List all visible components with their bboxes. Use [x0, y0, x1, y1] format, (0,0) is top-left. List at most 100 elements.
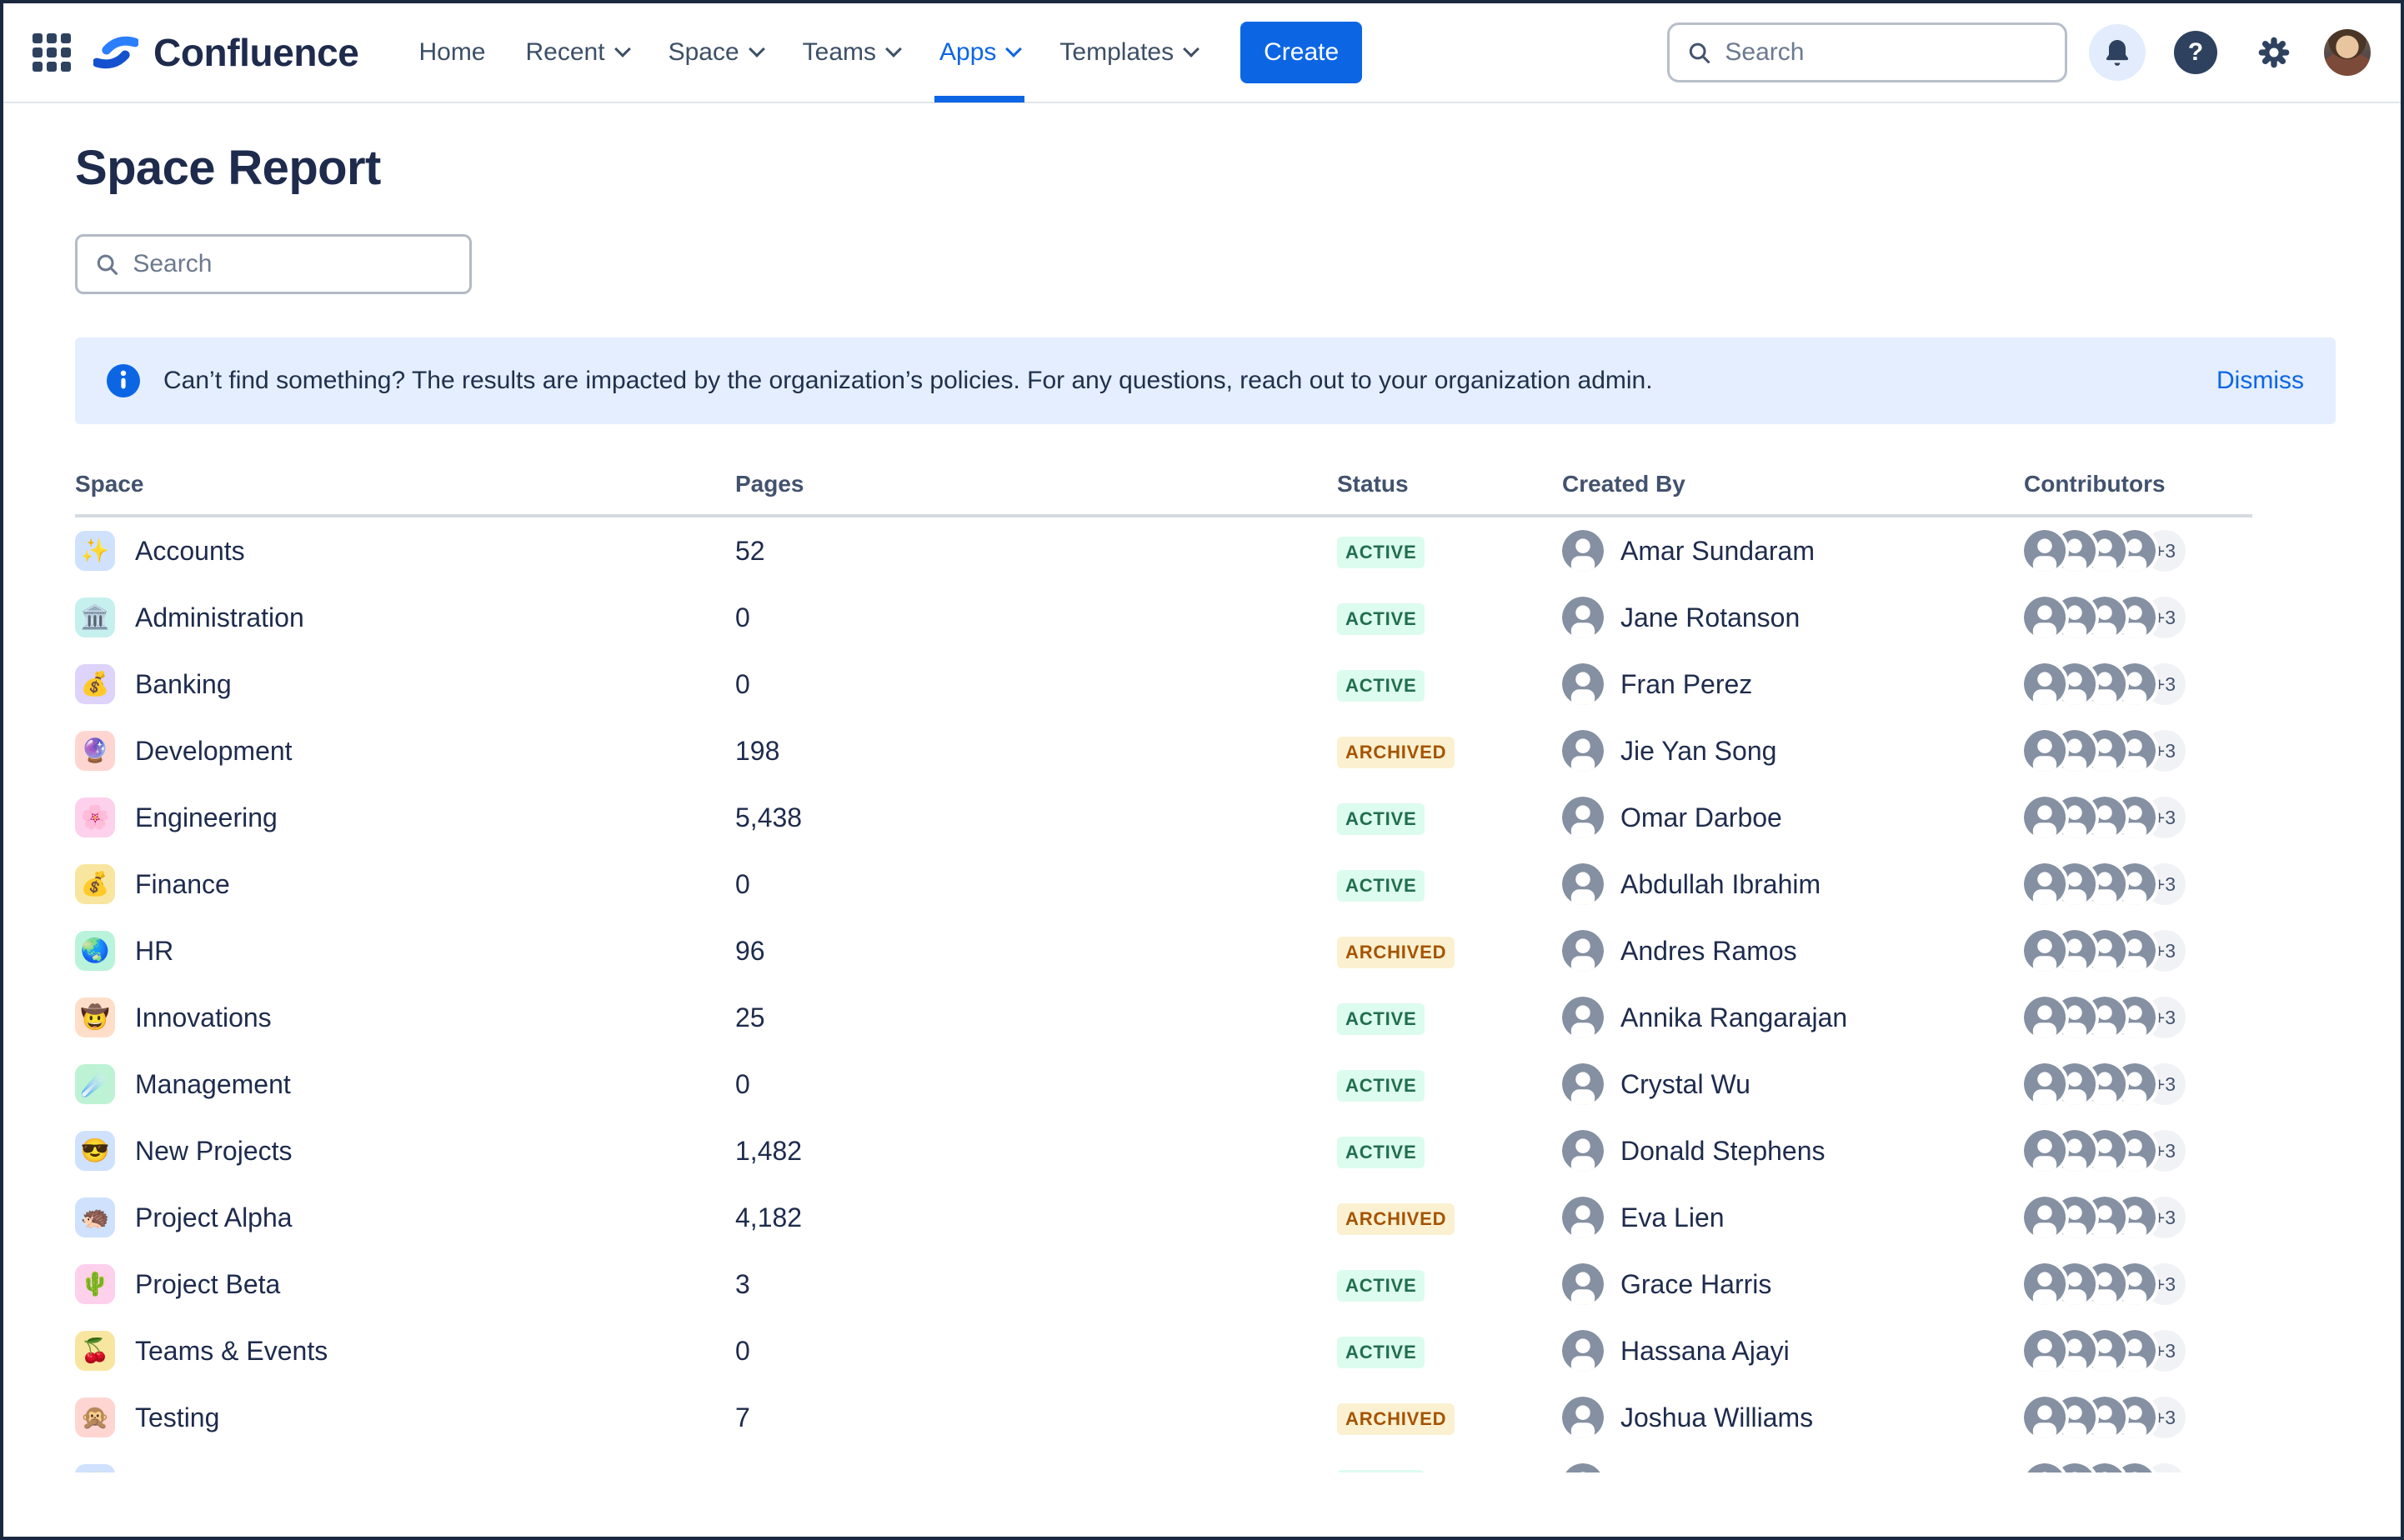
status-badge: ARCHIVED	[1337, 937, 1455, 968]
global-search-box[interactable]	[1667, 22, 2067, 82]
user-avatar-icon	[1562, 1263, 1604, 1305]
notifications-button[interactable]	[2089, 24, 2146, 81]
help-button[interactable]: ?	[2167, 24, 2224, 81]
pages-count: 0	[735, 602, 1337, 633]
global-search-input[interactable]	[1725, 38, 2048, 67]
space-emoji-icon: 🦔	[75, 1198, 115, 1238]
nav-item-apps[interactable]: Apps	[919, 2, 1039, 102]
status-cell: ACTIVE	[1337, 668, 1562, 702]
app-switcher-icon[interactable]	[27, 28, 77, 78]
space-name-link[interactable]: Banking	[135, 669, 232, 700]
user-avatar-icon	[1562, 530, 1604, 572]
create-button[interactable]: Create	[1240, 22, 1362, 83]
table-row: 🌵 Project Beta 3 ACTIVE Grace Harris +3	[75, 1251, 2252, 1318]
contributors-group[interactable]: +3	[2024, 1463, 2252, 1472]
dismiss-link[interactable]: Dismiss	[2216, 367, 2304, 395]
space-name-link[interactable]: Testing	[135, 1402, 219, 1433]
created-by-name: Fran Perez	[1620, 669, 1752, 700]
nav-item-templates[interactable]: Templates	[1039, 2, 1217, 102]
pages-count: 52	[735, 536, 1337, 567]
contributors-group[interactable]: +3	[2024, 997, 2252, 1038]
contributors-group[interactable]: +3	[2024, 1197, 2252, 1238]
user-profile-avatar[interactable]	[2324, 29, 2371, 76]
status-badge: ACTIVE	[1337, 1003, 1425, 1035]
confluence-logo[interactable]: Confluence	[93, 30, 358, 75]
search-icon	[1686, 38, 1711, 67]
bell-icon	[2101, 36, 2134, 69]
space-cell: 🦔 Project Alpha	[75, 1198, 735, 1238]
space-name-link[interactable]: Project Alpha	[135, 1202, 293, 1233]
nav-item-home[interactable]: Home	[398, 2, 505, 102]
space-emoji-icon: 😎	[75, 1131, 115, 1171]
table-row: 💰 Banking 0 ACTIVE Fran Perez +3	[75, 651, 2252, 718]
created-by-cell: Grace Harris	[1562, 1263, 2024, 1305]
table-row: 🙊 Testing 7 ARCHIVED Joshua Williams +3	[75, 1384, 2252, 1451]
nav-item-recent[interactable]: Recent	[506, 2, 649, 102]
status-cell: ARCHIVED	[1337, 934, 1562, 968]
user-avatar-icon	[1562, 663, 1604, 705]
contributors-group[interactable]: +3	[2024, 597, 2252, 638]
space-name-link[interactable]: Innovations	[135, 1002, 272, 1033]
space-name-link[interactable]: Project Beta	[135, 1269, 280, 1300]
contributors-group[interactable]: +3	[2024, 530, 2252, 572]
nav-item-teams[interactable]: Teams	[783, 2, 919, 102]
contributor-avatar-icon	[2024, 1463, 2066, 1472]
space-emoji-icon: 💰	[75, 864, 115, 904]
created-by-name: Donald Stephens	[1620, 1136, 1826, 1167]
created-by-cell: Jie Yan Song	[1562, 730, 2024, 772]
space-cell: ☄️ Management	[75, 1064, 735, 1104]
contributors-group[interactable]: +3	[2024, 1263, 2252, 1305]
space-name-link[interactable]: Administration	[135, 602, 304, 633]
space-emoji-icon: 🔮	[75, 731, 115, 771]
created-by-name: Hassana Ajayi	[1620, 1336, 1790, 1367]
contributors-group[interactable]: +3	[2024, 1130, 2252, 1172]
user-avatar-icon	[1562, 730, 1604, 772]
space-cell: 💰 Banking	[75, 664, 735, 704]
created-by-name: Jane Rotanson	[1620, 602, 1800, 633]
contributors-group[interactable]: +3	[2024, 930, 2252, 972]
nav-item-space[interactable]: Space	[649, 2, 783, 102]
chevron-down-icon	[1005, 41, 1022, 58]
contributors-group[interactable]: +3	[2024, 1063, 2252, 1105]
report-search-input[interactable]	[133, 250, 453, 278]
space-name-link[interactable]: New Projects	[135, 1136, 293, 1167]
status-badge: ACTIVE	[1337, 1137, 1425, 1168]
space-name-link[interactable]: Engineering	[135, 802, 278, 833]
status-cell: ARCHIVED	[1337, 1401, 1562, 1435]
created-by-cell: Crystal Wu	[1562, 1063, 2024, 1105]
space-name-link[interactable]: Development	[135, 736, 293, 767]
contributors-group[interactable]: +3	[2024, 797, 2252, 838]
table-row: 😎 New Projects 1,482 ACTIVE Donald Steph…	[75, 1118, 2252, 1184]
contributors-group[interactable]: +3	[2024, 730, 2252, 772]
pages-count: 0	[735, 669, 1337, 700]
table-row: ☄️ Management 0 ACTIVE Crystal Wu +3	[75, 1051, 2252, 1118]
status-cell: ACTIVE	[1337, 1268, 1562, 1302]
table-rows: ✨ Accounts 52 ACTIVE Amar Sundaram +3 🏛️…	[75, 518, 2252, 1472]
user-avatar-icon	[1562, 1397, 1604, 1438]
user-avatar-icon	[1562, 797, 1604, 838]
space-cell: 🌏 HR	[75, 931, 735, 971]
settings-button[interactable]	[2246, 24, 2302, 81]
contributors-group[interactable]: +3	[2024, 1397, 2252, 1438]
space-name-link[interactable]: Finance	[135, 869, 230, 900]
space-cell: 🌸 Engineering	[75, 798, 735, 838]
space-name-link[interactable]: Management	[135, 1069, 291, 1100]
status-badge: ARCHIVED	[1337, 1403, 1455, 1435]
table-row: 🌸 Engineering 5,438 ACTIVE Omar Darboe +…	[75, 784, 2252, 851]
contributors-group[interactable]: +3	[2024, 1330, 2252, 1372]
help-icon: ?	[2174, 31, 2217, 74]
space-name-link[interactable]: HR	[135, 936, 173, 967]
table-row: 🔮 Development 198 ARCHIVED Jie Yan Song …	[75, 718, 2252, 784]
status-badge: ACTIVE	[1337, 537, 1425, 568]
space-emoji-icon: ☄️	[75, 1064, 115, 1104]
contributors-group[interactable]: +3	[2024, 863, 2252, 905]
contributors-group[interactable]: +3	[2024, 663, 2252, 705]
created-by-cell: Andres Ramos	[1562, 930, 2024, 972]
contributor-avatar-icon	[2024, 997, 2066, 1038]
space-name-link[interactable]: Accounts	[135, 536, 245, 567]
contributor-avatar-icon	[2024, 797, 2066, 838]
space-name-link[interactable]: Teams & Events	[135, 1336, 328, 1367]
report-search-box[interactable]	[75, 234, 472, 294]
status-cell: ACTIVE	[1337, 1068, 1562, 1102]
chevron-down-icon	[749, 41, 765, 58]
